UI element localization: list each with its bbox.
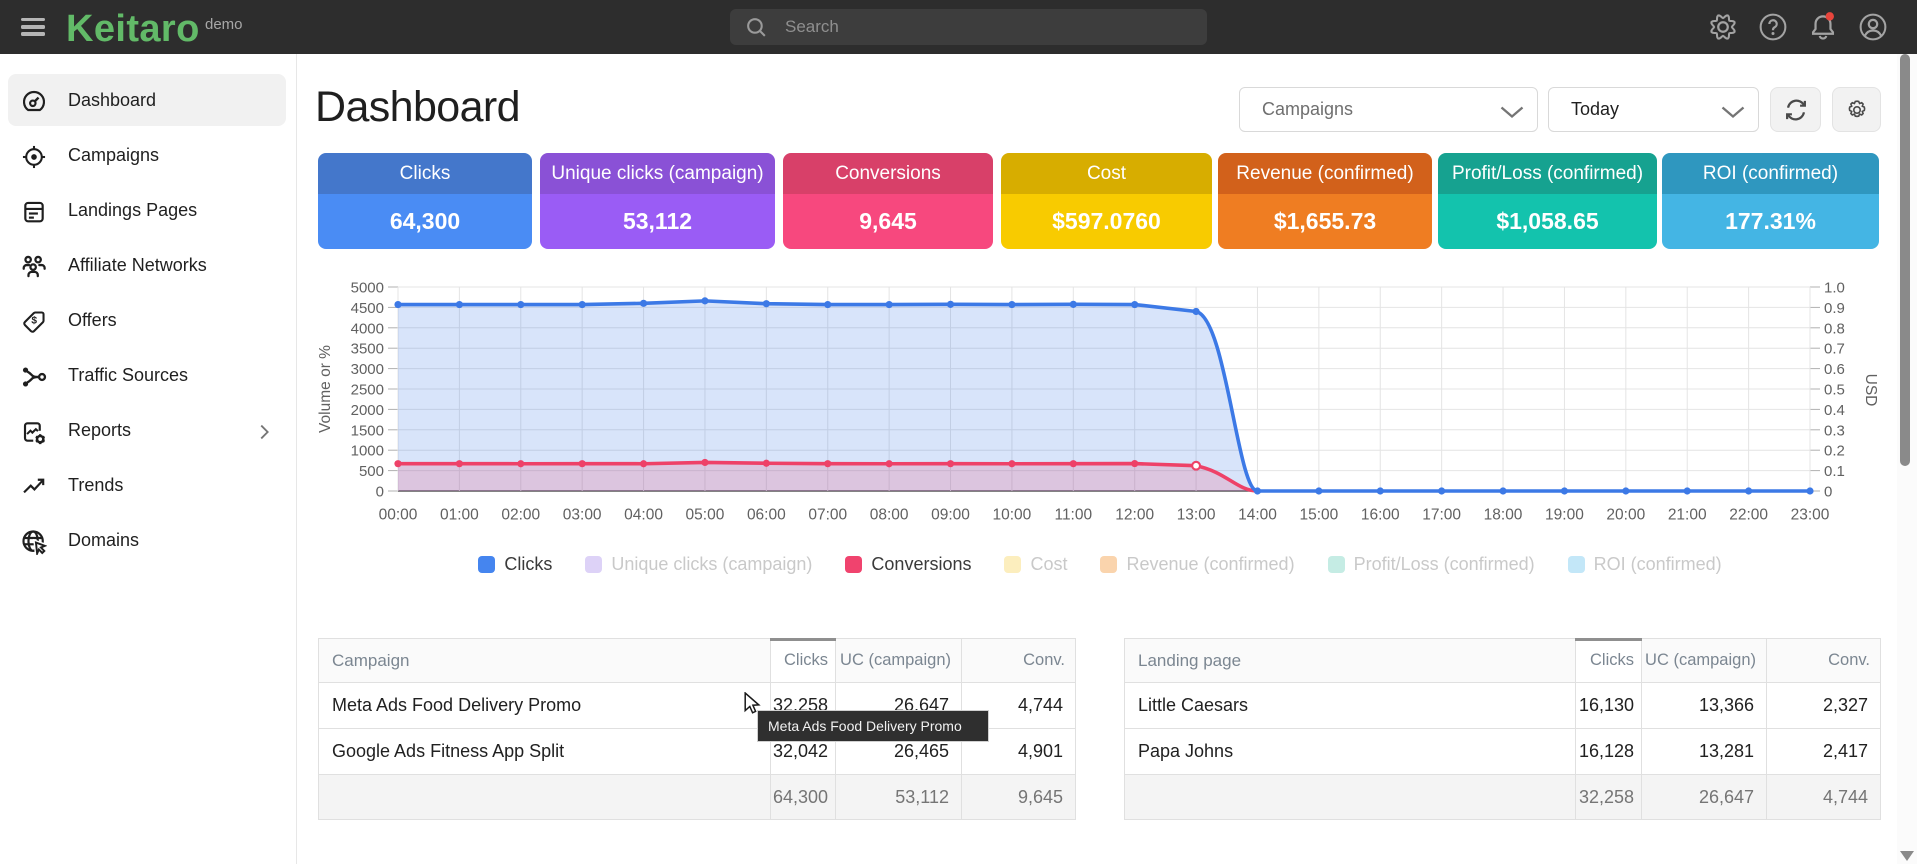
svg-text:17:00: 17:00 bbox=[1422, 507, 1461, 524]
svg-text:18:00: 18:00 bbox=[1484, 507, 1523, 524]
svg-text:08:00: 08:00 bbox=[870, 507, 909, 524]
svg-text:13:00: 13:00 bbox=[1177, 507, 1216, 524]
svg-text:06:00: 06:00 bbox=[747, 507, 786, 524]
svg-text:1.0: 1.0 bbox=[1824, 280, 1845, 297]
svg-text:10:00: 10:00 bbox=[993, 507, 1032, 524]
svg-text:0.5: 0.5 bbox=[1824, 382, 1845, 399]
svg-text:500: 500 bbox=[359, 463, 384, 480]
svg-text:0.8: 0.8 bbox=[1824, 320, 1845, 337]
svg-text:2000: 2000 bbox=[351, 402, 384, 419]
svg-text:05:00: 05:00 bbox=[686, 507, 725, 524]
svg-text:0.7: 0.7 bbox=[1824, 341, 1845, 358]
svg-text:03:00: 03:00 bbox=[563, 507, 602, 524]
svg-text:02:00: 02:00 bbox=[501, 507, 540, 524]
svg-text:3500: 3500 bbox=[351, 341, 384, 358]
svg-text:21:00: 21:00 bbox=[1668, 507, 1707, 524]
svg-text:07:00: 07:00 bbox=[808, 507, 847, 524]
svg-text:12:00: 12:00 bbox=[1115, 507, 1154, 524]
svg-text:1500: 1500 bbox=[351, 422, 384, 439]
svg-text:2500: 2500 bbox=[351, 382, 384, 399]
svg-text:0: 0 bbox=[1824, 484, 1832, 501]
svg-text:3000: 3000 bbox=[351, 361, 384, 378]
svg-text:USD: USD bbox=[1862, 374, 1879, 407]
svg-text:0: 0 bbox=[376, 484, 384, 501]
svg-text:0.2: 0.2 bbox=[1824, 443, 1845, 460]
svg-text:4500: 4500 bbox=[351, 300, 384, 317]
svg-text:15:00: 15:00 bbox=[1299, 507, 1338, 524]
svg-text:4000: 4000 bbox=[351, 320, 384, 337]
svg-text:00:00: 00:00 bbox=[379, 507, 418, 524]
svg-text:09:00: 09:00 bbox=[931, 507, 970, 524]
svg-text:22:00: 22:00 bbox=[1729, 507, 1768, 524]
svg-text:0.9: 0.9 bbox=[1824, 300, 1845, 317]
svg-text:Volume or %: Volume or % bbox=[317, 345, 334, 433]
svg-text:20:00: 20:00 bbox=[1606, 507, 1645, 524]
svg-text:01:00: 01:00 bbox=[440, 507, 479, 524]
svg-text:0.1: 0.1 bbox=[1824, 463, 1845, 480]
svg-text:1000: 1000 bbox=[351, 443, 384, 460]
svg-text:0.3: 0.3 bbox=[1824, 422, 1845, 439]
svg-text:04:00: 04:00 bbox=[624, 507, 663, 524]
svg-text:0.6: 0.6 bbox=[1824, 361, 1845, 378]
svg-text:0.4: 0.4 bbox=[1824, 402, 1845, 419]
svg-text:19:00: 19:00 bbox=[1545, 507, 1584, 524]
svg-text:$: $ bbox=[31, 315, 38, 326]
svg-text:16:00: 16:00 bbox=[1361, 507, 1400, 524]
svg-text:5000: 5000 bbox=[351, 280, 384, 297]
svg-text:14:00: 14:00 bbox=[1238, 507, 1277, 524]
svg-text:11:00: 11:00 bbox=[1054, 507, 1092, 524]
svg-text:23:00: 23:00 bbox=[1791, 507, 1830, 524]
